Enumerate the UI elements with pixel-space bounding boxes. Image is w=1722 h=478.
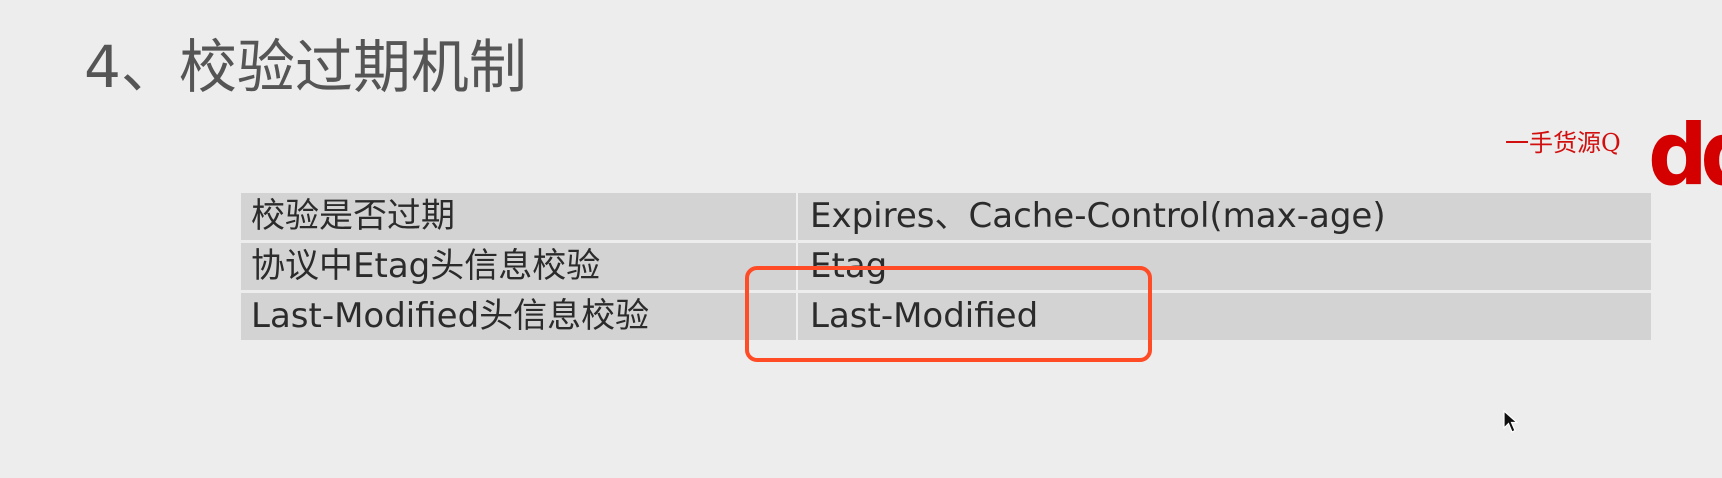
table-row: 协议中Etag头信息校验 Etag: [241, 243, 1651, 290]
slide-title: 4、校验过期机制: [84, 33, 527, 101]
table-cell-header: Expires、Cache-Control(max-age): [798, 193, 1651, 240]
table-cell-mechanism: 协议中Etag头信息校验: [241, 243, 798, 290]
table-row: 校验是否过期 Expires、Cache-Control(max-age): [241, 193, 1651, 240]
table-cell-header: Last-Modified: [798, 293, 1651, 340]
cache-validation-table: 校验是否过期 Expires、Cache-Control(max-age) 协议…: [241, 190, 1651, 343]
table-row: Last-Modified头信息校验 Last-Modified: [241, 293, 1651, 340]
watermark-logo: dd: [1648, 120, 1722, 190]
table-cell-header: Etag: [798, 243, 1651, 290]
cursor-arrow-icon: [1503, 410, 1519, 433]
table-cell-mechanism: Last-Modified头信息校验: [241, 293, 798, 340]
watermark-text: 一手货源Q: [1505, 129, 1621, 157]
presentation-slide: 4、校验过期机制 一手货源Q dd 校验是否过期 Expires、Cache-C…: [0, 0, 1722, 478]
watermark: 一手货源Q dd: [1505, 120, 1722, 190]
table-cell-mechanism: 校验是否过期: [241, 193, 798, 240]
